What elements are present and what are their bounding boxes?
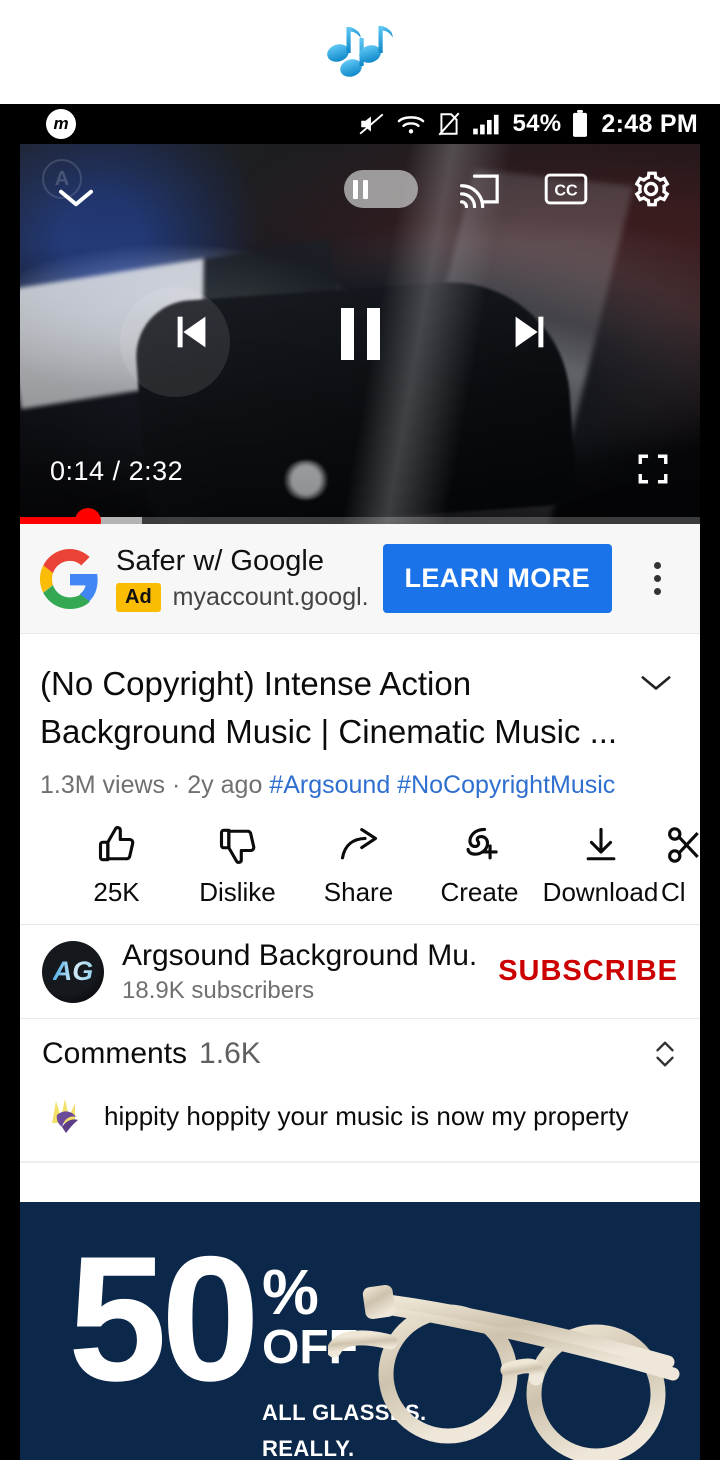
next-track-icon xyxy=(515,316,543,347)
comments-count: 1.6K xyxy=(199,1037,261,1071)
video-player[interactable]: A CC 0:14 / 2:32 xyxy=(20,144,700,524)
like-button[interactable]: 25K xyxy=(56,823,177,908)
battery-percent: 54% xyxy=(512,110,562,137)
share-icon xyxy=(340,828,377,860)
ad-url: myaccount.googl... xyxy=(172,582,367,611)
ad-badge: Ad xyxy=(116,582,161,612)
channel-name[interactable]: Argsound Background Mu... xyxy=(122,939,480,973)
download-label: Download xyxy=(542,877,659,908)
expand-description-button[interactable] xyxy=(632,660,680,801)
player-bottom-bar: 0:14 / 2:32 xyxy=(20,452,700,524)
app-content: A CC 0:14 / 2:32 Safer w/ Google Ad myac… xyxy=(20,144,700,1460)
comments-section[interactable]: Comments 1.6K hippity hoppity your music… xyxy=(20,1019,700,1163)
video-metadata: 1.3M views · 2y ago #Argsound #NoCopyrig… xyxy=(40,769,622,802)
clip-label: Cl xyxy=(661,877,686,908)
upload-age: 2y ago xyxy=(187,770,263,799)
download-icon xyxy=(586,828,615,861)
channel-avatar[interactable]: AG xyxy=(42,940,104,1003)
share-button[interactable]: Share xyxy=(298,823,419,908)
no-sim-icon xyxy=(436,111,462,137)
top-emoji-strip xyxy=(0,0,720,104)
signal-icon xyxy=(472,112,502,136)
dislike-label: Dislike xyxy=(199,877,276,908)
create-button[interactable]: Create xyxy=(419,823,540,908)
subscriber-count: 18.9K subscribers xyxy=(122,976,315,1004)
mute-icon xyxy=(358,111,386,137)
bottom-ad-banner[interactable]: 50 % OFF ALL GLASSES. REALLY. xyxy=(20,1202,700,1460)
eyeglasses-icon xyxy=(328,1285,680,1460)
subscribe-button[interactable]: SUBSCRIBE xyxy=(498,955,678,988)
fullscreen-button[interactable] xyxy=(636,452,670,491)
comment-text: hippity hoppity your music is now my pro… xyxy=(104,1100,629,1131)
sort-comments-icon xyxy=(656,1041,674,1067)
thumbs-down-icon xyxy=(219,828,255,865)
clip-button[interactable]: Cl xyxy=(661,823,700,908)
time-separator: / xyxy=(112,456,121,486)
phone-screenshot: m 54% 2:48 PM A CC 0:14 / 2:32 Safer w/ … xyxy=(0,0,720,1460)
like-count: 25K xyxy=(93,877,140,908)
comments-title: Comments xyxy=(42,1037,188,1071)
dislike-button[interactable]: Dislike xyxy=(177,823,298,908)
musical-notes-emoji xyxy=(327,26,393,77)
create-label: Create xyxy=(440,877,519,908)
kebab-menu-icon xyxy=(653,562,661,569)
channel-avatar-initials: AG xyxy=(52,956,94,987)
video-action-bar: 25K Dislike Share Create Download Cl xyxy=(20,813,700,926)
battery-icon xyxy=(571,110,589,138)
sort-comments-button[interactable] xyxy=(652,1039,678,1069)
fullscreen-icon xyxy=(638,454,668,484)
download-button[interactable]: Download xyxy=(540,823,661,908)
content-spacer xyxy=(20,1162,700,1203)
comment-item[interactable]: hippity hoppity your music is now my pro… xyxy=(42,1093,678,1140)
channel-row[interactable]: AG Argsound Background Mu... 18.9K subsc… xyxy=(20,925,700,1020)
wifi-icon xyxy=(396,112,426,136)
video-title: (No Copyright) Intense Action Background… xyxy=(40,665,618,750)
current-time: 0:14 xyxy=(50,456,105,486)
ad-title: Safer w/ Google xyxy=(116,545,324,578)
duration: 2:32 xyxy=(128,456,184,486)
video-progress-bar[interactable] xyxy=(20,507,700,524)
previous-video-button[interactable] xyxy=(169,309,215,360)
clock-time: 2:48 PM xyxy=(601,109,698,138)
chevron-down-icon xyxy=(641,676,671,690)
app-notification-badge-icon: m xyxy=(46,109,76,139)
time-display: 0:14 / 2:32 xyxy=(50,456,183,487)
ad-banner[interactable]: Safer w/ Google Ad myaccount.googl... LE… xyxy=(20,524,700,634)
share-label: Share xyxy=(323,877,394,908)
clip-scissors-icon xyxy=(668,827,699,863)
previous-track-icon xyxy=(177,316,205,347)
ad-options-button[interactable] xyxy=(640,562,674,595)
status-bar: m 54% 2:48 PM xyxy=(0,104,720,144)
meta-dot: · xyxy=(172,770,181,799)
thumbs-up-icon xyxy=(98,826,134,862)
learn-more-button[interactable]: LEARN MORE xyxy=(382,544,612,613)
google-logo-icon xyxy=(40,548,98,609)
create-icon xyxy=(466,828,498,860)
pause-icon xyxy=(340,308,354,360)
discount-number: 50 xyxy=(68,1219,260,1419)
video-info[interactable]: (No Copyright) Intense Action Background… xyxy=(20,634,700,813)
user-avatar-icon xyxy=(42,1093,88,1140)
view-count: 1.3M views xyxy=(40,770,166,799)
video-hashtags[interactable]: #Argsound #NoCopyrightMusic xyxy=(269,771,615,799)
pause-button[interactable] xyxy=(340,308,380,360)
next-video-button[interactable] xyxy=(506,309,552,360)
